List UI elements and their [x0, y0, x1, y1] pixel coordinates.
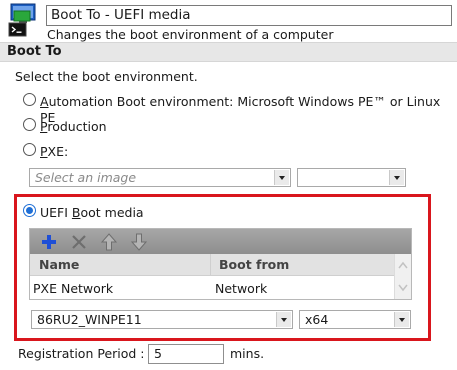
pxe-text: XE: — [47, 144, 69, 159]
production-label[interactable]: Production — [40, 119, 107, 135]
scroll-down-icon[interactable] — [397, 279, 409, 295]
pxe-image-placeholder: Select an image — [35, 170, 137, 185]
column-header-name[interactable]: Name — [30, 254, 211, 276]
task-description: Changes the boot environment of a comput… — [47, 27, 334, 42]
chevron-down-icon[interactable] — [276, 312, 291, 327]
registration-unit: mins. — [230, 346, 265, 361]
move-up-icon[interactable] — [99, 232, 119, 252]
registration-label: Registration Period : — [18, 346, 145, 361]
automation-mnemonic: A — [40, 94, 49, 109]
delete-icon[interactable] — [69, 232, 89, 252]
uefi-arch-value: x64 — [305, 312, 329, 327]
boot-task-icon — [8, 3, 38, 37]
uefi-image-select[interactable]: 86RU2_WINPE11 — [31, 310, 293, 329]
pxe-radio[interactable] — [23, 143, 36, 156]
uefi-prefix: UEFI — [40, 205, 72, 220]
pxe-arch-select[interactable] — [297, 168, 406, 187]
section-instruction: Select the boot environment. — [15, 69, 198, 84]
pxe-image-select[interactable]: Select an image — [29, 168, 291, 187]
section-title: Boot To — [7, 44, 62, 59]
add-icon[interactable] — [39, 232, 59, 252]
boot-media-grid: Name Boot from PXE Network Network — [29, 228, 412, 300]
grid-scrollbar[interactable] — [394, 254, 411, 299]
chevron-down-icon[interactable] — [389, 170, 404, 185]
uefi-label[interactable]: UEFI Boot media — [40, 205, 144, 221]
chevron-down-icon[interactable] — [274, 170, 289, 185]
grid-cell-name[interactable]: PXE Network — [33, 281, 113, 297]
scroll-up-icon[interactable] — [397, 258, 409, 274]
production-radio[interactable] — [23, 118, 36, 131]
move-down-icon[interactable] — [129, 232, 149, 252]
pxe-mnemonic: P — [40, 144, 48, 159]
production-text: roduction — [47, 119, 107, 134]
section-header-bar — [0, 42, 457, 62]
grid-cell-boot-from[interactable]: Network — [215, 281, 267, 297]
task-title-field[interactable]: Boot To - UEFI media — [46, 5, 452, 26]
automation-radio[interactable] — [23, 93, 36, 106]
uefi-arch-select[interactable]: x64 — [299, 310, 411, 329]
pxe-label[interactable]: PXE: — [40, 144, 68, 160]
uefi-radio[interactable] — [23, 204, 36, 217]
column-header-boot-from[interactable]: Boot from — [211, 254, 395, 276]
registration-period-input[interactable]: 5 — [148, 344, 224, 364]
uefi-text: oot media — [80, 205, 144, 220]
chevron-down-icon[interactable] — [394, 312, 409, 327]
grid-toolbar — [30, 229, 411, 254]
uefi-image-value: 86RU2_WINPE11 — [37, 312, 142, 327]
